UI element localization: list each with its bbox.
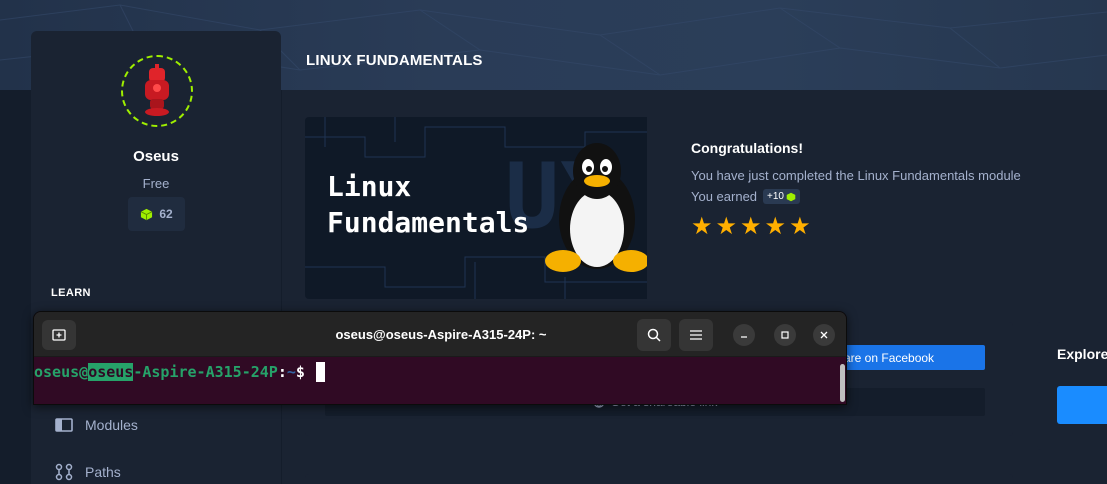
cubes-count: 62 — [159, 207, 173, 221]
close-icon — [820, 331, 828, 339]
module-banner: UX Linux Fundamentals — [305, 117, 647, 299]
sidebar-item-label: Paths — [85, 464, 121, 480]
reward-badge: +10 — [763, 189, 800, 204]
terminal-scrollbar[interactable] — [840, 364, 845, 402]
star-icon[interactable]: ★ — [740, 215, 762, 239]
shell-prompt: oseus@oseus-Aspire-A315-24P:~$ — [34, 362, 325, 382]
search-icon — [647, 328, 661, 342]
star-icon[interactable]: ★ — [691, 215, 713, 239]
cubes-balance-badge: 62 — [128, 197, 185, 231]
completion-card: UX Linux Fundamentals Congratulations! Y… — [305, 117, 1107, 299]
congrats-text: You have just completed the Linux Fundam… — [691, 168, 1021, 183]
sidebar-item-label: Modules — [85, 417, 138, 433]
star-icon[interactable]: ★ — [716, 215, 738, 239]
bottom-card — [305, 474, 1013, 484]
prompt-user: oseus@ — [34, 363, 89, 381]
earned-row: You earned +10 — [691, 189, 800, 204]
prompt-host-highlight: oseus — [88, 363, 134, 381]
plan-label: Free — [142, 176, 170, 191]
minimize-icon — [741, 336, 747, 338]
minimize-button[interactable] — [733, 324, 755, 346]
modules-icon — [55, 418, 73, 432]
cube-icon — [141, 208, 153, 220]
reward-amount: +10 — [767, 191, 784, 202]
rating-stars: ★ ★ ★ ★ ★ — [691, 215, 811, 239]
terminal-body[interactable]: oseus@oseus-Aspire-A315-24P:~$ — [34, 358, 846, 404]
prompt-path: ~ — [286, 363, 296, 381]
star-icon[interactable]: ★ — [789, 215, 811, 239]
terminal-title: oseus@oseus-Aspire-A315-24P: ~ — [335, 327, 547, 342]
terminal-menu-button[interactable] — [679, 319, 713, 351]
explore-button[interactable] — [1057, 386, 1107, 424]
terminal-window[interactable]: oseus@oseus-Aspire-A315-24P: ~ oseus@ose… — [33, 311, 847, 405]
username: Oseus — [133, 148, 179, 165]
star-icon[interactable]: ★ — [765, 215, 787, 239]
tux-penguin-icon — [545, 143, 647, 272]
prompt-colon: : — [277, 363, 287, 381]
earned-label: You earned — [691, 189, 758, 204]
maximize-icon — [781, 331, 789, 339]
text-cursor — [315, 362, 325, 382]
paths-icon — [55, 463, 73, 481]
page-title: LINUX FUNDAMENTALS — [306, 52, 483, 69]
prompt-symbol: $ — [295, 363, 314, 381]
section-label-learn: LEARN — [51, 287, 91, 299]
terminal-search-button[interactable] — [637, 319, 671, 351]
maximize-button[interactable] — [774, 324, 796, 346]
sidebar: Oseus Free 62 LEARN Modules Paths — [31, 31, 281, 484]
congrats-heading: Congratulations! — [691, 140, 803, 156]
share-facebook-button[interactable]: are on Facebook — [830, 345, 985, 370]
hamburger-menu-icon — [690, 330, 702, 340]
avatar[interactable] — [121, 55, 193, 127]
prompt-host: -Aspire-A315-24P — [133, 363, 278, 381]
close-button[interactable] — [813, 324, 835, 346]
terminal-titlebar[interactable]: oseus@oseus-Aspire-A315-24P: ~ — [34, 312, 846, 357]
banner-title: Linux Fundamentals — [327, 170, 530, 239]
sidebar-item-modules[interactable]: Modules — [55, 417, 138, 433]
cube-icon — [786, 192, 796, 201]
explore-title: Explore — [1057, 346, 1107, 362]
avatar-robot-icon — [145, 64, 169, 116]
explore-card: Explore — [1037, 322, 1107, 450]
sidebar-item-paths[interactable]: Paths — [55, 463, 121, 481]
